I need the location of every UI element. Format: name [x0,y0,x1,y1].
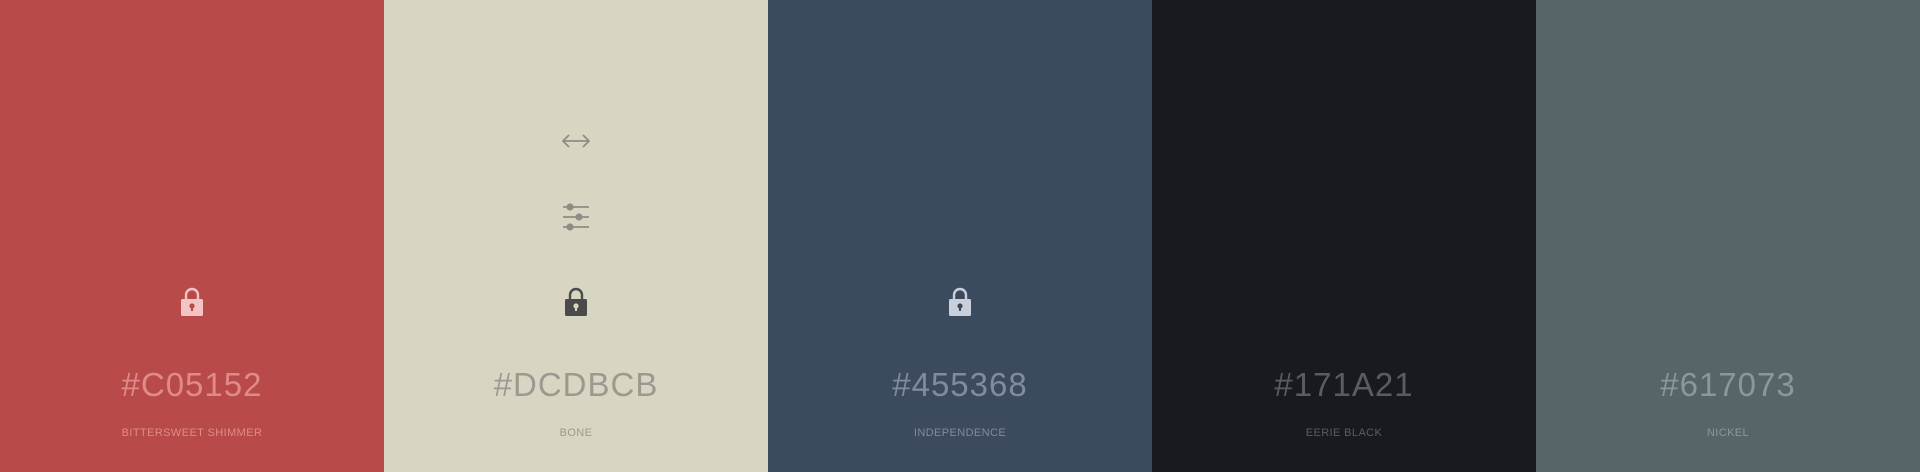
swatch-bittersweet-shimmer[interactable]: #C05152 BITTERSWEET SHIMMER [0,0,384,472]
hex-code[interactable]: #455368 [768,366,1152,404]
hex-code[interactable]: #DCDBCB [384,366,768,404]
lock-icon[interactable] [177,284,207,320]
swatch-bone[interactable]: #DCDBCB BONE [384,0,768,472]
color-name: NICKEL [1706,427,1750,439]
hex-code[interactable]: #617073 [1536,366,1920,404]
resize-horizontal-icon[interactable] [558,126,594,156]
color-name: INDEPENDENCE [913,427,1007,439]
color-name: EERIE BLACK [1305,427,1383,439]
color-palette: #C05152 BITTERSWEET SHIMMER #DCDBCB BONE… [0,0,1920,472]
swatch-nickel[interactable]: #617073 NICKEL [1536,0,1920,472]
hex-code[interactable]: #171A21 [1152,366,1536,404]
hex-code[interactable]: #C05152 [0,366,384,404]
swatch-independence[interactable]: #455368 INDEPENDENCE [768,0,1152,472]
adjust-sliders-icon[interactable] [558,200,594,234]
swatch-eerie-black[interactable]: #171A21 EERIE BLACK [1152,0,1536,472]
color-name: BITTERSWEET SHIMMER [121,427,263,439]
color-name: BONE [559,427,593,439]
lock-icon[interactable] [945,284,975,320]
lock-icon[interactable] [561,284,591,320]
